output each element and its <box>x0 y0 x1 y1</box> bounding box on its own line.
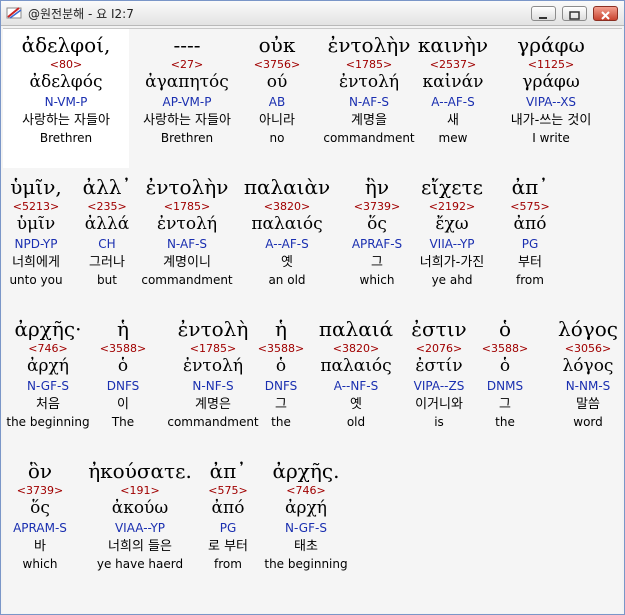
word-korean: 말씀 <box>576 397 600 412</box>
word-greek: ἀρχῆς. <box>272 459 340 483</box>
word-english: word <box>573 415 603 429</box>
word-lemma: ἀρχή <box>285 498 327 518</box>
word-greek: ἀπ᾽ <box>511 175 549 199</box>
word-morph: N-GF-S <box>285 521 327 535</box>
word-english: the beginning <box>264 557 348 571</box>
word-cell[interactable]: ἀπ᾽ <575> ἀπό PG 부터 from <box>470 174 590 288</box>
word-cell[interactable]: λόγος <3056> λόγος N-NM-S 말씀 word <box>528 316 622 430</box>
word-korean: 태초 <box>294 539 318 554</box>
word-strong: <746> <box>286 484 326 497</box>
word-cell[interactable]: ἀρχῆς. <746> ἀρχή N-GF-S 태초 the beginning <box>246 458 366 572</box>
word-cell[interactable]: ἀδελφοί, <80> ἀδελφός N-VM-P 사랑하는 자들아 Brethre… <box>6 32 126 146</box>
word-english: I write <box>532 131 570 145</box>
word-strong: <575> <box>510 200 550 213</box>
word-greek: λόγος <box>558 317 618 341</box>
word-korean: 부터 <box>518 255 542 270</box>
word-korean: 사랑하는 자들아 <box>22 113 110 128</box>
word-english: from <box>516 273 544 287</box>
word-lemma: λόγος <box>562 356 614 376</box>
word-cell[interactable]: γράφω <1125> γράφω VIPA--XS 내가-쓰는 것이 I write <box>491 32 611 146</box>
word-strong: <3056> <box>564 342 612 355</box>
minimize-button[interactable] <box>531 6 556 21</box>
maximize-icon <box>569 11 580 20</box>
word-greek: γράφω <box>517 33 585 57</box>
word-greek: ἀδελφοί, <box>21 33 111 57</box>
maximize-button[interactable] <box>562 6 587 21</box>
window-title: @원전분해 - 요 I2:7 <box>28 7 134 21</box>
minimize-icon <box>539 17 547 19</box>
app-icon <box>6 7 22 19</box>
word-lemma: ἀπό <box>513 214 547 234</box>
word-korean: 내가-쓰는 것이 <box>510 113 592 128</box>
word-lemma: ἀδελφός <box>29 72 103 92</box>
app-window: @원전분해 - 요 I2:7 ἀδελφοί, <80> ἀδελφός N-VM-P… <box>0 0 625 615</box>
word-morph: N-NM-S <box>565 379 611 393</box>
word-morph: N-VM-P <box>44 95 88 109</box>
title-bar[interactable]: @원전분해 - 요 I2:7 <box>1 1 624 26</box>
close-button[interactable] <box>593 6 618 21</box>
word-strong: <80> <box>49 58 83 71</box>
interlinear-view: ἀδελφοί, <80> ἀδελφός N-VM-P 사랑하는 자들아 Brethre… <box>3 28 622 613</box>
word-morph: VIPA--XS <box>525 95 577 109</box>
word-morph: PG <box>521 237 539 251</box>
close-icon <box>601 11 610 20</box>
word-english: Brethren <box>39 131 93 145</box>
word-strong: <1125> <box>527 58 575 71</box>
word-lemma: γράφω <box>522 72 580 92</box>
